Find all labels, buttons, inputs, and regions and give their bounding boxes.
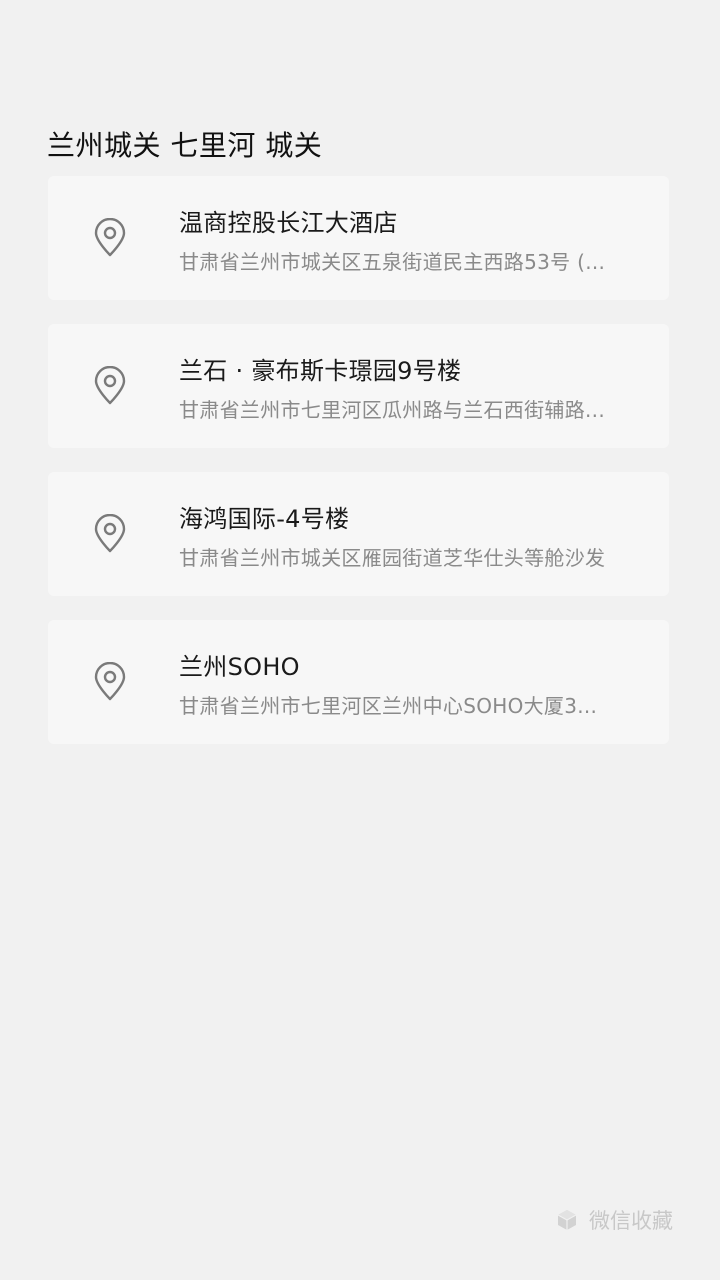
- location-pin-icon: [92, 662, 128, 702]
- place-name: 兰州SOHO: [179, 653, 300, 681]
- footer-label: 微信收藏: [589, 1209, 673, 1233]
- location-pin-icon: [92, 366, 128, 406]
- place-list: 温商控股长江大酒店 甘肃省兰州市城关区五泉街道民主西路53号 (... 兰石 ·…: [48, 176, 669, 768]
- place-card[interactable]: 兰石 · 豪布斯卡璟园9号楼 甘肃省兰州市七里河区瓜州路与兰石西街辅路...: [48, 324, 669, 448]
- place-address: 甘肃省兰州市城关区雁园街道芝华仕头等舱沙发: [179, 546, 606, 570]
- place-address: 甘肃省兰州市七里河区兰州中心SOHO大厦3...: [179, 694, 598, 718]
- place-address: 甘肃省兰州市城关区五泉街道民主西路53号 (...: [179, 250, 606, 274]
- place-address: 甘肃省兰州市七里河区瓜州路与兰石西街辅路...: [179, 398, 605, 422]
- section-title: 兰州城关 七里河 城关: [47, 129, 323, 162]
- cube-icon: [555, 1208, 579, 1232]
- place-name: 海鸿国际-4号楼: [179, 505, 350, 533]
- place-name: 兰石 · 豪布斯卡璟园9号楼: [179, 357, 462, 385]
- place-card[interactable]: 海鸿国际-4号楼 甘肃省兰州市城关区雁园街道芝华仕头等舱沙发: [48, 472, 669, 596]
- place-name: 温商控股长江大酒店: [179, 209, 398, 237]
- location-pin-icon: [92, 514, 128, 554]
- place-card[interactable]: 兰州SOHO 甘肃省兰州市七里河区兰州中心SOHO大厦3...: [48, 620, 669, 744]
- footer-brand: 微信收藏: [555, 1205, 673, 1235]
- location-pin-icon: [92, 218, 128, 258]
- place-card[interactable]: 温商控股长江大酒店 甘肃省兰州市城关区五泉街道民主西路53号 (...: [48, 176, 669, 300]
